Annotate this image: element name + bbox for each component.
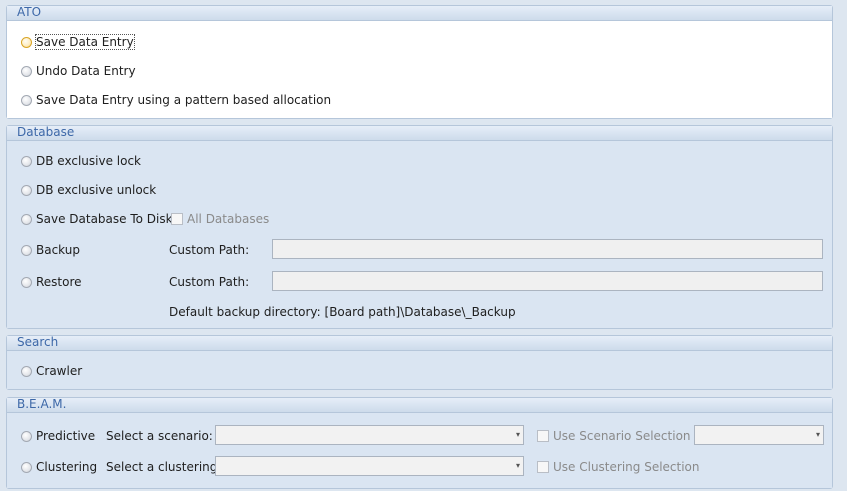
radio-circle-icon[interactable] (21, 65, 32, 77)
restore-custom-path-label: Custom Path: (169, 275, 250, 289)
database-group-body: DB exclusive lock DB exclusive unlock Sa… (7, 141, 832, 328)
radio-circle-icon[interactable] (21, 430, 32, 442)
radio-label: Save Data Entry (35, 34, 135, 50)
radio-save-database-to-disk[interactable]: Save Database To Disk (21, 210, 173, 228)
radio-restore[interactable]: Restore (21, 273, 82, 291)
radio-db-exclusive-unlock[interactable]: DB exclusive unlock (21, 181, 156, 199)
radio-db-exclusive-lock[interactable]: DB exclusive lock (21, 152, 141, 170)
scenario-dropdown[interactable]: ▾ (215, 425, 524, 445)
radio-label: Backup (36, 243, 80, 257)
beam-group-title: B.E.A.M. (17, 397, 67, 411)
chevron-down-icon[interactable]: ▾ (816, 430, 820, 439)
backup-custom-path-label: Custom Path: (169, 243, 250, 257)
beam-group-header: B.E.A.M. (7, 397, 832, 413)
ato-group-header: ATO (7, 5, 832, 21)
radio-circle-icon[interactable] (21, 94, 32, 106)
checkbox-label: Use Clustering Selection (553, 460, 700, 474)
clustering-dropdown[interactable]: ▾ (215, 456, 524, 476)
chevron-down-icon[interactable]: ▾ (516, 430, 520, 439)
database-group-title: Database (17, 125, 75, 139)
radio-predictive[interactable]: Predictive (21, 427, 95, 445)
beam-group: B.E.A.M. Predictive Select a scenario: ▾… (6, 397, 833, 489)
ato-group: ATO Save Data Entry Undo Data Entry Save… (6, 5, 833, 119)
beam-group-body: Predictive Select a scenario: ▾ Use Scen… (7, 413, 832, 488)
radio-label: Restore (36, 275, 82, 289)
radio-circle-icon[interactable] (21, 155, 32, 167)
checkbox-label: All Databases (187, 212, 270, 226)
radio-label: Clustering (36, 460, 98, 474)
use-clustering-selection-checkbox[interactable]: Use Clustering Selection (537, 458, 700, 476)
checkbox-label: Use Scenario Selection (553, 429, 691, 443)
radio-label: Predictive (36, 429, 96, 443)
chevron-down-icon[interactable]: ▾ (516, 461, 520, 470)
radio-circle-icon[interactable] (21, 36, 32, 48)
checkbox-box-icon[interactable] (171, 213, 183, 225)
backup-custom-path-input[interactable] (272, 239, 823, 259)
checkbox-box-icon[interactable] (537, 430, 549, 442)
radio-save-data-entry-pattern[interactable]: Save Data Entry using a pattern based al… (21, 91, 331, 109)
search-group-body: Crawler (7, 351, 832, 389)
radio-circle-icon[interactable] (21, 184, 32, 196)
ato-group-title: ATO (17, 5, 42, 19)
use-scenario-selection-checkbox[interactable]: Use Scenario Selection (537, 427, 691, 445)
database-group: Database DB exclusive lock DB exclusive … (6, 125, 833, 329)
search-group: Search Crawler (6, 335, 833, 390)
radio-label: DB exclusive unlock (36, 183, 157, 197)
database-group-header: Database (7, 125, 832, 141)
search-group-header: Search (7, 335, 832, 351)
radio-label: Save Database To Disk (36, 212, 173, 226)
radio-save-data-entry[interactable]: Save Data Entry (21, 33, 135, 51)
radio-label: Save Data Entry using a pattern based al… (36, 93, 332, 107)
ato-group-body: Save Data Entry Undo Data Entry Save Dat… (7, 21, 832, 118)
radio-label: Undo Data Entry (36, 64, 136, 78)
radio-circle-icon[interactable] (21, 461, 32, 473)
radio-undo-data-entry[interactable]: Undo Data Entry (21, 62, 136, 80)
scenario-selection-dropdown[interactable]: ▾ (694, 425, 824, 445)
radio-clustering[interactable]: Clustering (21, 458, 97, 476)
restore-custom-path-input[interactable] (272, 271, 823, 291)
radio-circle-icon[interactable] (21, 213, 32, 225)
radio-label: Crawler (36, 364, 83, 378)
search-group-title: Search (17, 335, 59, 349)
default-backup-directory-text: Default backup directory: [Board path]\D… (169, 305, 516, 319)
radio-circle-icon[interactable] (21, 365, 32, 377)
select-clustering-label: Select a clustering: (106, 460, 222, 474)
checkbox-box-icon[interactable] (537, 461, 549, 473)
radio-circle-icon[interactable] (21, 244, 32, 256)
all-databases-checkbox[interactable]: All Databases (171, 210, 269, 228)
select-scenario-label: Select a scenario: (106, 429, 213, 443)
radio-circle-icon[interactable] (21, 276, 32, 288)
radio-backup[interactable]: Backup (21, 241, 80, 259)
radio-crawler[interactable]: Crawler (21, 362, 82, 380)
radio-label: DB exclusive lock (36, 154, 141, 168)
